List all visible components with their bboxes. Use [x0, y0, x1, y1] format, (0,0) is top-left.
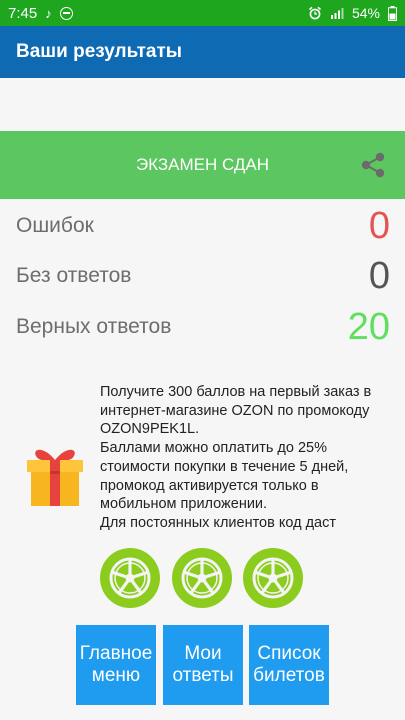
ticket-list-button[interactable]: Список билетов: [249, 625, 329, 705]
result-label: ЭКЗАМЕН СДАН: [135, 155, 270, 174]
stat-value: 0: [368, 254, 390, 297]
wheel-icon[interactable]: [243, 548, 303, 608]
battery-percent: 54%: [351, 5, 380, 21]
status-right: 54%: [308, 5, 397, 21]
main-menu-button[interactable]: Главное меню: [76, 625, 156, 705]
stat-value: 20: [347, 305, 390, 348]
wheel-icon[interactable]: [172, 548, 232, 608]
music-note-icon: ♪: [45, 5, 52, 21]
dnd-icon: [59, 6, 73, 20]
promo-text: Получите 300 баллов на первый заказ в ин…: [100, 384, 372, 531]
status-time: 7:45: [8, 4, 38, 22]
stat-row-unanswered: Без ответов 0: [16, 254, 390, 297]
result-banner: ЭКЗАМЕН СДАН: [0, 131, 405, 199]
app-bar: Ваши результаты: [0, 26, 405, 78]
status-bar: 7:45 ♪ 54%: [0, 0, 405, 26]
gift-icon[interactable]: [24, 442, 86, 508]
wheel-icon[interactable]: [100, 548, 160, 608]
status-left: 7:45 ♪: [8, 5, 73, 22]
my-answers-button[interactable]: Мои ответы: [163, 625, 243, 705]
stat-label: Ошибок: [16, 214, 94, 237]
stat-label: Без ответов: [16, 264, 132, 287]
stat-row-errors: Ошибок 0: [16, 204, 390, 247]
stat-row-correct: Верных ответов 20: [16, 305, 390, 348]
stat-label: Верных ответов: [16, 315, 172, 338]
alarm-icon: [308, 6, 322, 20]
page-title: Ваши результаты: [16, 41, 183, 62]
stat-value: 0: [368, 204, 390, 247]
battery-icon: [388, 5, 397, 21]
share-icon[interactable]: [359, 151, 387, 179]
signal-icon: [330, 7, 344, 19]
